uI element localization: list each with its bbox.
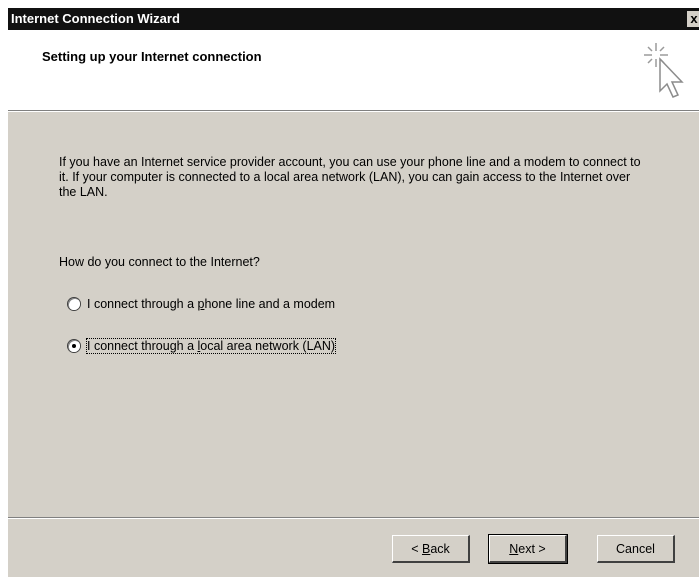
option-phone-modem[interactable]: I connect through a phone line and a mod… xyxy=(68,296,335,312)
cancel-button[interactable]: Cancel xyxy=(597,535,675,563)
title-bar[interactable]: Internet Connection Wizard x xyxy=(8,8,699,30)
page-heading: Setting up your Internet connection xyxy=(42,49,262,64)
wizard-cursor-sparkle-icon xyxy=(644,43,684,98)
window-title: Internet Connection Wizard xyxy=(11,11,180,26)
intro-text: If you have an Internet service provider… xyxy=(59,155,641,199)
radio-lan[interactable] xyxy=(68,340,80,352)
connection-question: How do you connect to the Internet? xyxy=(59,255,260,269)
option-lan[interactable]: I connect through a local area network (… xyxy=(68,338,337,354)
footer-divider xyxy=(8,517,699,519)
option-lan-label[interactable]: I connect through a local area network (… xyxy=(85,338,337,354)
option-phone-modem-label[interactable]: I connect through a phone line and a mod… xyxy=(87,297,335,311)
next-button[interactable]: Next > xyxy=(488,534,568,564)
radio-phone-modem[interactable] xyxy=(68,298,80,310)
close-button[interactable]: x xyxy=(687,11,699,27)
wizard-header: Setting up your Internet connection xyxy=(8,30,699,111)
wizard-content: If you have an Internet service provider… xyxy=(8,112,699,522)
back-button[interactable]: < Back xyxy=(392,535,470,563)
wizard-window: Internet Connection Wizard x Setting up … xyxy=(8,8,699,577)
